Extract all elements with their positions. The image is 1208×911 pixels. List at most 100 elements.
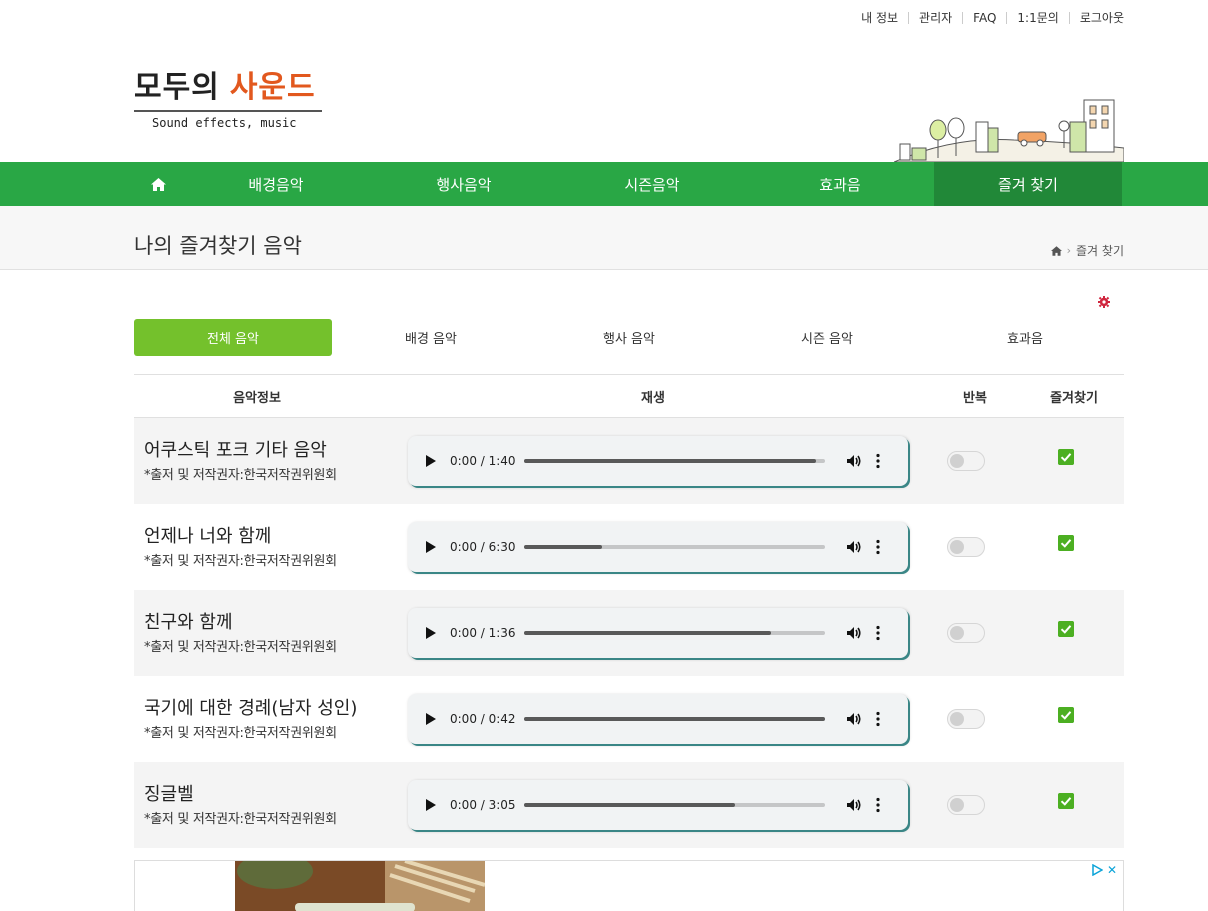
volume-icon[interactable] [845, 452, 863, 470]
table-header: 음악정보 재생 반복 즐겨찾기 [134, 374, 1124, 418]
nav-sound-effects[interactable]: 효과음 [746, 162, 934, 206]
more-vert-icon[interactable] [875, 453, 881, 469]
faq-link[interactable]: FAQ [962, 12, 1006, 24]
music-credit: *출저 및 저작권자:한국저작권위원회 [144, 468, 337, 483]
toggle-knob [950, 540, 964, 554]
table-row: 언제나 너와 함께 *출저 및 저작권자:한국저작권위원회 0:00 / 6:3… [134, 504, 1124, 590]
favorites-table: 음악정보 재생 반복 즐겨찾기 어쿠스틱 포크 기타 음악 *출저 및 저작권자… [134, 374, 1124, 848]
progress-track[interactable] [524, 717, 825, 721]
site-logo[interactable]: 모두의 사운드 Sound effects, music [134, 62, 324, 132]
nav-event-music[interactable]: 행사음악 [370, 162, 558, 206]
table-row: 친구와 함께 *출저 및 저작권자:한국저작권위원회 0:00 / 1:36 [134, 590, 1124, 676]
toggle-knob [950, 712, 964, 726]
progress-fill [524, 717, 825, 721]
tab-sound-effects[interactable]: 효과음 [926, 319, 1124, 356]
playback-time: 0:00 / 0:42 [450, 712, 516, 726]
repeat-toggle[interactable] [947, 537, 985, 557]
header-favorite: 즐겨찾기 [1050, 390, 1098, 406]
volume-icon[interactable] [845, 624, 863, 642]
repeat-toggle[interactable] [947, 709, 985, 729]
table-row: 어쿠스틱 포크 기타 음악 *출저 및 저작권자:한국저작권위원회 0:00 /… [134, 418, 1124, 504]
play-icon [426, 713, 436, 725]
tab-season-music[interactable]: 시즌 음악 [728, 319, 926, 356]
breadcrumb-current[interactable]: 즐겨 찾기 [1076, 242, 1124, 259]
tab-event-music[interactable]: 행사 음악 [530, 319, 728, 356]
repeat-toggle[interactable] [947, 795, 985, 815]
chevron-right-icon: › [1066, 244, 1072, 257]
volume-icon[interactable] [845, 710, 863, 728]
playback-time: 0:00 / 1:36 [450, 626, 516, 640]
volume-icon[interactable] [845, 538, 863, 556]
play-button[interactable] [426, 453, 442, 469]
logout-link[interactable]: 로그아웃 [1068, 12, 1124, 24]
music-title: 친구와 함께 [144, 612, 233, 633]
volume-icon[interactable] [845, 796, 863, 814]
music-title: 어쿠스틱 포크 기타 음악 [144, 440, 327, 461]
main-nav-inner: 배경음악 행사음악 시즌음악 효과음 즐겨 찾기 [134, 162, 1124, 206]
adchoices-icon[interactable] [1091, 864, 1103, 876]
more-vert-icon[interactable] [875, 625, 881, 641]
tab-background-music[interactable]: 배경 음악 [332, 319, 530, 356]
play-button[interactable] [426, 797, 442, 813]
ad-food-illustration [235, 861, 485, 911]
checkbox-checked-icon[interactable] [1058, 535, 1074, 551]
play-icon [426, 799, 436, 811]
toggle-knob [950, 454, 964, 468]
my-info-link[interactable]: 내 정보 [851, 12, 908, 24]
play-button[interactable] [426, 539, 442, 555]
repeat-toggle[interactable] [947, 451, 985, 471]
more-vert-icon[interactable] [875, 797, 881, 813]
inquiry-link[interactable]: 1:1문의 [1006, 12, 1068, 24]
table-row: 국기에 대한 경례(남자 성인) *출저 및 저작권자:한국저작권위원회 0:0… [134, 676, 1124, 762]
progress-track[interactable] [524, 545, 825, 549]
header-music-info: 음악정보 [233, 390, 281, 406]
breadcrumb: › 즐겨 찾기 [1050, 242, 1124, 259]
more-vert-icon[interactable] [875, 539, 881, 555]
header-repeat: 반복 [963, 390, 987, 406]
table-row: 징글벨 *출저 및 저작권자:한국저작권위원회 0:00 / 3:05 [134, 762, 1124, 848]
repeat-toggle[interactable] [947, 623, 985, 643]
ad-banner[interactable]: ✕ [134, 860, 1124, 911]
audio-player: 0:00 / 6:30 [408, 522, 908, 572]
home-icon[interactable] [1050, 245, 1062, 256]
music-credit: *출저 및 저작권자:한국저작권위원회 [144, 554, 337, 569]
category-tabs: 전체 음악 배경 음악 행사 음악 시즌 음악 효과음 [134, 319, 1124, 356]
playback-time: 0:00 / 6:30 [450, 540, 516, 554]
more-vert-icon[interactable] [875, 711, 881, 727]
admin-link[interactable]: 관리자 [908, 12, 962, 24]
checkbox-checked-icon[interactable] [1058, 707, 1074, 723]
toggle-knob [950, 798, 964, 812]
close-icon[interactable]: ✕ [1107, 863, 1117, 877]
checkbox-checked-icon[interactable] [1058, 621, 1074, 637]
ad-badge: ✕ [1091, 863, 1117, 877]
gear-icon[interactable] [1098, 296, 1110, 308]
town-illustration [894, 99, 1124, 162]
playback-time: 0:00 / 1:40 [450, 454, 516, 468]
nav-season-music[interactable]: 시즌음악 [558, 162, 746, 206]
music-credit: *출저 및 저작권자:한국저작권위원회 [144, 812, 337, 827]
nav-favorites[interactable]: 즐겨 찾기 [934, 162, 1122, 206]
audio-player: 0:00 / 0:42 [408, 694, 908, 744]
progress-track[interactable] [524, 803, 825, 807]
playback-time: 0:00 / 3:05 [450, 798, 516, 812]
home-icon [150, 177, 166, 191]
tab-all-music[interactable]: 전체 음악 [134, 319, 332, 356]
toggle-knob [950, 626, 964, 640]
checkbox-checked-icon[interactable] [1058, 793, 1074, 809]
header-play: 재생 [641, 390, 665, 406]
play-button[interactable] [426, 625, 442, 641]
progress-fill [524, 803, 735, 807]
play-button[interactable] [426, 711, 442, 727]
progress-track[interactable] [524, 631, 825, 635]
progress-fill [524, 459, 816, 463]
ad-image[interactable] [235, 861, 485, 911]
table-body: 어쿠스틱 포크 기타 음악 *출저 및 저작권자:한국저작권위원회 0:00 /… [134, 418, 1124, 848]
nav-background-music[interactable]: 배경음악 [182, 162, 370, 206]
play-icon [426, 455, 436, 467]
nav-home[interactable] [134, 162, 182, 206]
progress-track[interactable] [524, 459, 825, 463]
play-icon [426, 627, 436, 639]
logo-title: 모두의 사운드 [134, 62, 324, 106]
main-nav: 배경음악 행사음악 시즌음악 효과음 즐겨 찾기 [0, 162, 1208, 206]
checkbox-checked-icon[interactable] [1058, 449, 1074, 465]
